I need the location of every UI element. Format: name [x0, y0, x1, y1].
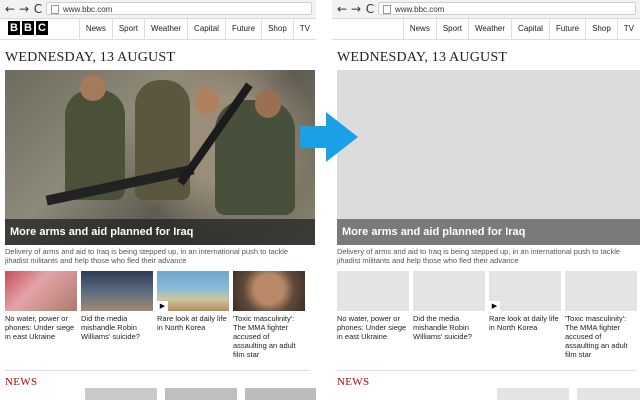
site-header: B B C News Sport Weather Capital Future … [0, 19, 316, 40]
news-image[interactable] [245, 388, 316, 400]
story-headline[interactable]: 'Toxic masculinity': The MMA fighter acc… [233, 314, 305, 359]
nav-item-weather[interactable]: Weather [467, 19, 511, 39]
news-image-placeholder[interactable] [577, 388, 640, 400]
story-headlines: No water, power or phones: Under siege i… [5, 314, 305, 359]
story-headline[interactable]: Did the media mishandle Robin Williams' … [81, 314, 153, 359]
page-icon [51, 5, 59, 14]
nav-item-news[interactable]: News [78, 19, 112, 39]
hero-summary: Delivery of arms and aid to Iraq is bein… [5, 247, 289, 265]
nav-item-news[interactable]: News [402, 19, 436, 39]
page-icon [383, 5, 391, 14]
nav-item-shop[interactable]: Shop [261, 19, 293, 39]
nav-item-sport[interactable]: Sport [435, 19, 468, 39]
section-divider [5, 370, 310, 371]
browser-toolbar: ← → C www.bbc.com [0, 0, 316, 19]
news-image[interactable] [85, 388, 157, 400]
section-news-label[interactable]: NEWS [5, 376, 37, 388]
main-nav: News Sport Weather Capital Future Shop T… [78, 19, 316, 39]
nav-item-future[interactable]: Future [224, 19, 261, 39]
story-image-placeholder[interactable]: ▶ [489, 271, 561, 311]
story-headlines: No water, power or phones: Under siege i… [337, 314, 637, 359]
story-headline[interactable]: No water, power or phones: Under siege i… [337, 314, 409, 359]
hero-story[interactable]: More arms and aid planned for Iraq [337, 70, 640, 245]
site-header: News Sport Weather Capital Future Shop T… [332, 19, 640, 40]
story-headline[interactable]: No water, power or phones: Under siege i… [5, 314, 77, 359]
nav-item-tv[interactable]: TV [292, 19, 316, 39]
bbc-logo[interactable]: B B C [8, 21, 48, 35]
browser-window-after: ← → C www.bbc.com News Sport Weather Cap… [332, 0, 640, 400]
story-image-placeholder[interactable] [565, 271, 637, 311]
story-thumbnails: ▶ [5, 271, 305, 311]
back-icon[interactable]: ← [3, 1, 17, 17]
story-image[interactable] [81, 271, 153, 311]
story-image-placeholder[interactable] [413, 271, 485, 311]
story-headline[interactable]: 'Toxic masculinity': The MMA fighter acc… [565, 314, 637, 359]
story-headline[interactable]: Rare look at daily life in North Korea [489, 314, 561, 359]
story-headline[interactable]: Did the media mishandle Robin Williams' … [413, 314, 485, 359]
hero-headline[interactable]: More arms and aid planned for Iraq [337, 219, 640, 245]
nav-item-weather[interactable]: Weather [143, 19, 187, 39]
hero-headline[interactable]: More arms and aid planned for Iraq [5, 219, 315, 245]
hero-summary: Delivery of arms and aid to Iraq is bein… [337, 247, 621, 265]
nav-item-future[interactable]: Future [548, 19, 585, 39]
forward-icon[interactable]: → [17, 1, 31, 17]
url-text: www.bbc.com [395, 5, 445, 14]
story-image[interactable]: ▶ [157, 271, 229, 311]
nav-item-tv[interactable]: TV [616, 19, 640, 39]
page-date: WEDNESDAY, 13 AUGUST [337, 50, 508, 65]
nav-item-sport[interactable]: Sport [111, 19, 144, 39]
section-news-label[interactable]: NEWS [337, 376, 369, 388]
news-image-placeholder[interactable] [497, 388, 569, 400]
play-icon: ▶ [489, 301, 500, 311]
page-date: WEDNESDAY, 13 AUGUST [5, 50, 176, 65]
hero-story[interactable]: More arms and aid planned for Iraq [5, 70, 315, 245]
browser-window-before: ← → C www.bbc.com B B C News Sport Weath… [0, 0, 316, 400]
story-headline[interactable]: Rare look at daily life in North Korea [157, 314, 229, 359]
news-image[interactable] [165, 388, 237, 400]
story-image[interactable] [233, 271, 305, 311]
address-bar[interactable]: www.bbc.com [378, 2, 636, 15]
reload-icon[interactable]: C [363, 1, 377, 17]
browser-toolbar: ← → C www.bbc.com [332, 0, 640, 19]
forward-icon[interactable]: → [349, 1, 363, 17]
story-image[interactable] [5, 271, 77, 311]
main-nav: News Sport Weather Capital Future Shop T… [402, 19, 640, 39]
arrow-right-icon [300, 112, 358, 162]
nav-item-capital[interactable]: Capital [187, 19, 225, 39]
address-bar[interactable]: www.bbc.com [46, 2, 312, 15]
reload-icon[interactable]: C [31, 1, 45, 17]
nav-item-capital[interactable]: Capital [511, 19, 549, 39]
story-image-placeholder[interactable] [337, 271, 409, 311]
hero-image-placeholder: More arms and aid planned for Iraq [337, 70, 640, 245]
story-thumbnails: ▶ [337, 271, 637, 311]
url-text: www.bbc.com [63, 5, 113, 14]
section-divider [337, 370, 637, 371]
play-icon: ▶ [157, 301, 168, 311]
back-icon[interactable]: ← [335, 1, 349, 17]
nav-item-shop[interactable]: Shop [585, 19, 617, 39]
